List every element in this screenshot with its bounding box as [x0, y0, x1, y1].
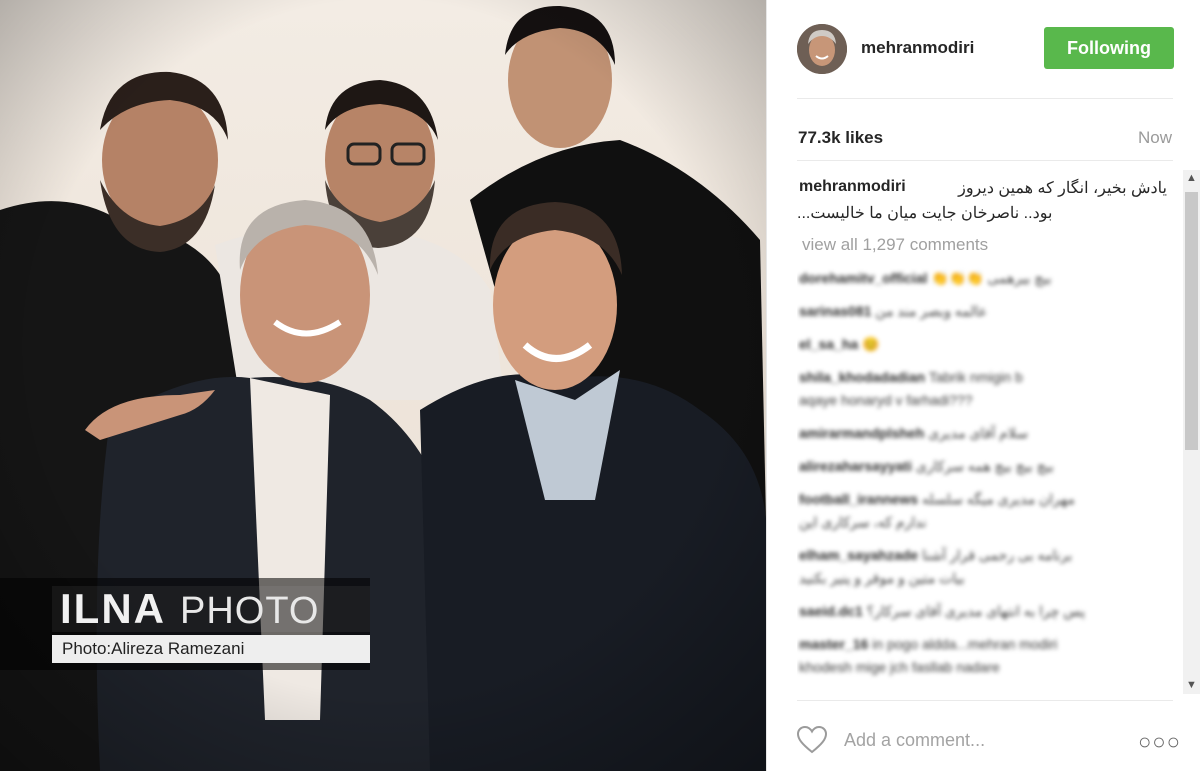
heart-icon[interactable]: [796, 725, 828, 755]
comment-text: برنامه بی رحمی قرار آشنا: [921, 547, 1073, 563]
comment-item: el_sa_ha 😊: [799, 336, 880, 353]
watermark-label: PHOTO: [180, 590, 320, 632]
comment-item: alirezaharsayyati بیچ بیچ بیچ همه سرکاری: [799, 458, 1054, 475]
comment-text: سلام آقای مدیری: [928, 425, 1028, 441]
add-comment-input[interactable]: [842, 725, 1126, 755]
comment-user[interactable]: sarinas081: [799, 303, 871, 319]
comment-user[interactable]: elham_sayahzade: [799, 547, 918, 563]
post-timestamp: Now: [1137, 128, 1172, 147]
comment-text: khodesh mige jch fasllab nadare: [799, 659, 1000, 675]
comments-list[interactable]: mehranmodiri یادش بخیر، انگار که همین دی…: [797, 172, 1175, 694]
caption-line-2: ...بود.. ناصرخان جایت میان ما خالیست: [797, 205, 1053, 222]
comment-user[interactable]: shila_khodadadian: [799, 369, 925, 385]
comment-user[interactable]: dorehamitv_official: [799, 270, 927, 286]
comment-text: in pogo aldda...mehran modiri: [872, 636, 1058, 652]
comment-item-continued: ندارم که، سرکاری این: [799, 514, 926, 531]
watermark-title: ILNA PHOTO: [52, 586, 370, 632]
comment-text: Tabrik nmigin b: [928, 369, 1023, 385]
comment-user[interactable]: saeid.dc1: [799, 603, 863, 619]
comment-item: saeid.dc1 پس چرا به انتهای مدیری آقای سر…: [799, 603, 1085, 620]
comment-user[interactable]: alirezaharsayyati: [799, 458, 912, 474]
comment-user[interactable]: football_irannews: [799, 491, 918, 507]
view-all-comments-link[interactable]: view all 1,297 comments: [802, 235, 988, 255]
divider: [797, 160, 1173, 161]
comment-user[interactable]: master_16: [799, 636, 868, 652]
avatar[interactable]: [797, 24, 847, 74]
following-button[interactable]: Following: [1044, 27, 1174, 69]
post-photo: ILNA PHOTO Photo:Alireza Ramezani: [0, 0, 766, 771]
likes-count[interactable]: 77.3k likes: [798, 128, 883, 148]
comment-item-continued: بیات متین و موقر و پنیر بکنید: [799, 570, 965, 587]
scrollbar-thumb[interactable]: [1185, 192, 1198, 450]
divider: [797, 700, 1173, 701]
scroll-down-icon[interactable]: ▼: [1183, 677, 1200, 694]
comment-text: aqaye honaryd v farhadi???: [799, 392, 973, 408]
comment-text: پس چرا به انتهای مدیری آقای سرکار؟: [866, 603, 1085, 619]
caption-username[interactable]: mehranmodiri: [799, 178, 906, 196]
comment-text: بیچ بیچ بیچ همه سرکاری: [915, 458, 1054, 474]
add-comment-row: ○○○: [766, 715, 1200, 765]
post-details-panel: mehranmodiri Following 77.3k likes Now m…: [766, 0, 1200, 771]
more-options-icon[interactable]: ○○○: [1138, 729, 1181, 755]
comment-item: amirarmandplsheh سلام آقای مدیری: [799, 425, 1028, 442]
scroll-up-icon[interactable]: ▲: [1183, 170, 1200, 187]
comment-text: بیات متین و موقر و پنیر بکنید: [799, 570, 965, 586]
comment-item: football_irannews مهران مدیری میگه سلسله: [799, 491, 1075, 508]
comment-item: shila_khodadadian Tabrik nmigin b: [799, 369, 1023, 385]
comment-text: ندارم که، سرکاری این: [799, 514, 927, 530]
comment-text: 👏👏👏 بیچ بیرهمی: [931, 270, 1052, 286]
caption-line-1: یادش بخیر، انگار که همین دیروز: [958, 180, 1167, 197]
watermark-brand: ILNA: [60, 585, 166, 632]
photo-credit: Photo:Alireza Ramezani: [52, 635, 370, 663]
comment-text: مهران مدیری میگه سلسله: [921, 491, 1075, 507]
post-username[interactable]: mehranmodiri: [861, 38, 974, 58]
comments-scrollbar[interactable]: ▲ ▼: [1183, 170, 1200, 694]
comment-text: عالمه وبصر مند من: [875, 303, 988, 319]
comment-item: master_16 in pogo aldda...mehran modiri: [799, 636, 1057, 652]
comment-item: dorehamitv_official 👏👏👏 بیچ بیرهمی: [799, 270, 1052, 287]
comment-item-continued: aqaye honaryd v farhadi???: [799, 392, 973, 408]
comment-text: 😊: [862, 336, 880, 352]
divider: [797, 98, 1173, 99]
comment-user[interactable]: amirarmandplsheh: [799, 425, 924, 441]
comment-item: sarinas081 عالمه وبصر مند من: [799, 303, 987, 320]
comment-item: elham_sayahzade برنامه بی رحمی قرار آشنا: [799, 547, 1072, 564]
comment-user[interactable]: el_sa_ha: [799, 336, 858, 352]
comment-item-continued: khodesh mige jch fasllab nadare: [799, 659, 1000, 675]
